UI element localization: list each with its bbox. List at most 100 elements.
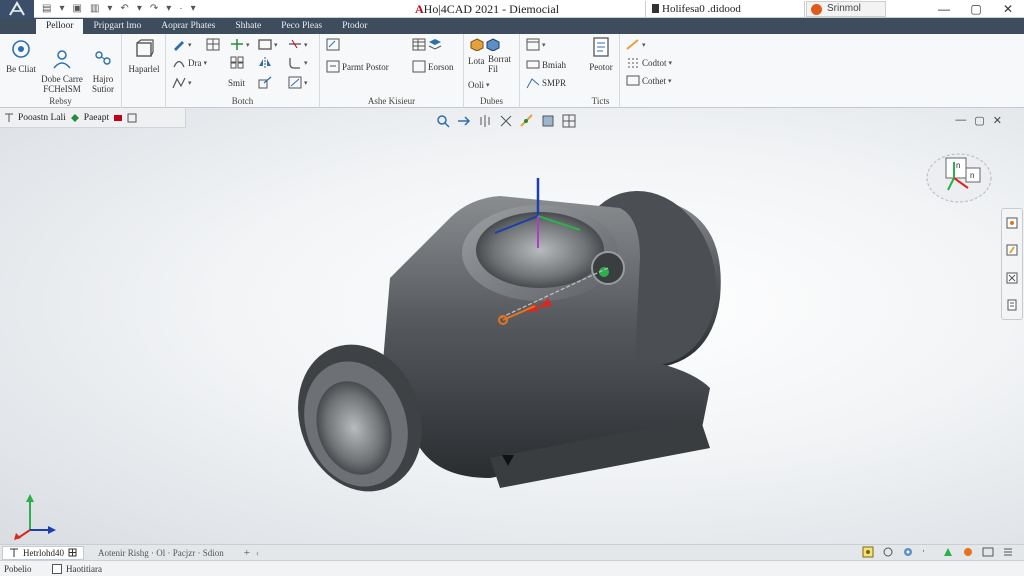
- properties-icon: [412, 60, 426, 73]
- tab-aoprar[interactable]: Aoprar Phates: [151, 19, 225, 34]
- minimize-button[interactable]: —: [928, 2, 960, 16]
- tab-pelloor[interactable]: Pelloor: [36, 19, 84, 34]
- qa-dropdown-4[interactable]: ▾: [166, 3, 171, 14]
- extend-tool[interactable]: ▾: [288, 76, 308, 89]
- camera-icon[interactable]: [113, 113, 123, 123]
- grid-tool[interactable]: [206, 38, 220, 51]
- maximize-button[interactable]: ▢: [960, 2, 992, 16]
- peotor-button[interactable]: Peotor: [584, 36, 618, 72]
- trim-tool[interactable]: ▾: [288, 38, 308, 51]
- user-account[interactable]: Srinmol: [806, 1, 886, 17]
- customize-icon[interactable]: [1002, 546, 1014, 558]
- edit-block-tool[interactable]: [326, 38, 340, 51]
- zoom-extents-icon[interactable]: [1005, 271, 1019, 285]
- qa-dropdown-3[interactable]: ▾: [137, 3, 142, 14]
- viewport-restore-button[interactable]: ▢: [974, 114, 984, 127]
- hajro-sutior-button[interactable]: Hajro Sutior: [86, 38, 120, 94]
- layer-tool[interactable]: [428, 38, 442, 51]
- grid-hud-icon[interactable]: [562, 114, 576, 128]
- steering-wheel-icon[interactable]: [1005, 216, 1019, 230]
- zoom-icon[interactable]: [436, 114, 450, 128]
- bmiah-button[interactable]: Bmiah: [526, 58, 566, 71]
- qa-dropdown-2[interactable]: ▾: [107, 3, 112, 14]
- dra-tool[interactable]: Dra ▾: [172, 56, 207, 69]
- undo-icon[interactable]: ↶: [120, 3, 128, 14]
- close-button[interactable]: ✕: [992, 2, 1024, 16]
- parmt-postor-button[interactable]: Parmt Postor: [326, 60, 389, 73]
- 3d-part-model[interactable]: [290, 178, 730, 508]
- orbit-nav-icon[interactable]: [1005, 298, 1019, 312]
- document-tab[interactable]: Holifesa0 .didood: [645, 1, 805, 17]
- tab-layouts[interactable]: Aotenir Rishg · Ol · Pacjzr · Sdion: [98, 548, 224, 558]
- measure-hud-icon[interactable]: [520, 114, 534, 128]
- tab-model[interactable]: Hetrlohd40: [2, 545, 84, 560]
- qa-dropdown-5[interactable]: ▾: [191, 3, 196, 14]
- haparlel-button[interactable]: Haparlel: [124, 38, 164, 74]
- move-tool[interactable]: ▾: [230, 38, 250, 51]
- new-file-icon[interactable]: ▤: [42, 3, 51, 14]
- scale-tool[interactable]: [258, 76, 272, 89]
- view-mode-label[interactable]: Paeapt: [84, 113, 109, 123]
- dobe-carre-button[interactable]: Dobe Carre FCHeISM: [40, 38, 84, 94]
- group-label-ashe-kisieur: Ashe Kisieur: [367, 96, 416, 106]
- save-icon[interactable]: ▥: [90, 3, 99, 14]
- viewport-close-button[interactable]: ✕: [993, 114, 1002, 127]
- pan-icon[interactable]: [1005, 243, 1019, 257]
- open-file-icon[interactable]: ▣: [72, 3, 81, 14]
- table-tool[interactable]: [412, 38, 426, 51]
- layout-tool[interactable]: ▾: [526, 38, 546, 51]
- section-icon[interactable]: [478, 114, 492, 128]
- pencil-tool[interactable]: ▾: [172, 38, 192, 51]
- measure-tool[interactable]: ▾: [626, 38, 646, 51]
- hardware-icon[interactable]: [962, 546, 974, 558]
- print-icon: [526, 60, 540, 69]
- workspace-gear-icon[interactable]: [902, 546, 914, 558]
- be-cliat-button[interactable]: Be Cliat: [4, 38, 38, 74]
- viewport-minimize-button[interactable]: —: [955, 114, 966, 127]
- viewport-menu-icon[interactable]: [4, 113, 14, 123]
- tab-scroll-button[interactable]: ‹: [256, 548, 259, 558]
- cothet-button[interactable]: Cothet ▾: [626, 74, 672, 87]
- fullscreen-icon[interactable]: [982, 546, 994, 558]
- smit-label: Smit: [228, 78, 246, 88]
- layers-icon[interactable]: [127, 113, 137, 123]
- codtot-button[interactable]: Codtot ▾: [626, 56, 672, 69]
- mirror-tool[interactable]: [258, 56, 272, 69]
- fillet-tool[interactable]: ▾: [288, 56, 308, 69]
- app-logo[interactable]: [0, 0, 34, 18]
- add-layout-button[interactable]: +: [244, 547, 250, 559]
- model-icon: [10, 548, 18, 557]
- eorson-button[interactable]: Eorson: [412, 60, 454, 73]
- annotation-icon[interactable]: [882, 546, 894, 558]
- viewcube-compass[interactable]: n n: [924, 144, 994, 206]
- array-tool[interactable]: [230, 56, 244, 69]
- qa-dropdown-1[interactable]: ▾: [59, 3, 64, 14]
- tab-pripgart[interactable]: Pripgart lmo: [83, 19, 151, 34]
- tab-peco[interactable]: Peco Pleas: [271, 19, 332, 34]
- display-style-icon[interactable]: [541, 114, 555, 128]
- smit-tool[interactable]: Smit: [228, 78, 245, 88]
- app-logo-icon: [9, 0, 25, 16]
- tab-shhate[interactable]: Shhate: [225, 19, 271, 34]
- status-mode[interactable]: Pobelio: [0, 564, 52, 574]
- borrat-button[interactable]: Borrat Fil: [488, 54, 511, 74]
- rect-tool[interactable]: ▾: [258, 38, 278, 51]
- insert-icon: [326, 60, 340, 73]
- ooli-button[interactable]: Ooli ▾: [468, 80, 490, 90]
- orbit-icon[interactable]: [499, 114, 513, 128]
- isolate-icon[interactable]: [942, 546, 954, 558]
- polyline-tool[interactable]: ▾: [172, 76, 192, 89]
- status-model-space[interactable]: Haotitiara: [52, 563, 102, 574]
- tab-ptodor[interactable]: Ptodor: [332, 19, 377, 34]
- lock-icon[interactable]: [862, 546, 874, 558]
- model-viewport[interactable]: Pooastn Lali Paeapt n n — ▢ ✕: [0, 108, 1024, 544]
- bmiah-label: Bmiah: [542, 59, 566, 70]
- cube-tool[interactable]: [470, 38, 500, 51]
- lota-button[interactable]: Lota: [468, 56, 485, 66]
- document-icon: [593, 37, 609, 57]
- smpr-button[interactable]: SMPR: [526, 76, 566, 89]
- redo-icon[interactable]: ↷: [150, 3, 158, 14]
- pan-arrow-icon[interactable]: [457, 114, 471, 128]
- view-style-label[interactable]: Pooastn Lali: [18, 113, 66, 123]
- visual-style-icon[interactable]: [70, 113, 80, 123]
